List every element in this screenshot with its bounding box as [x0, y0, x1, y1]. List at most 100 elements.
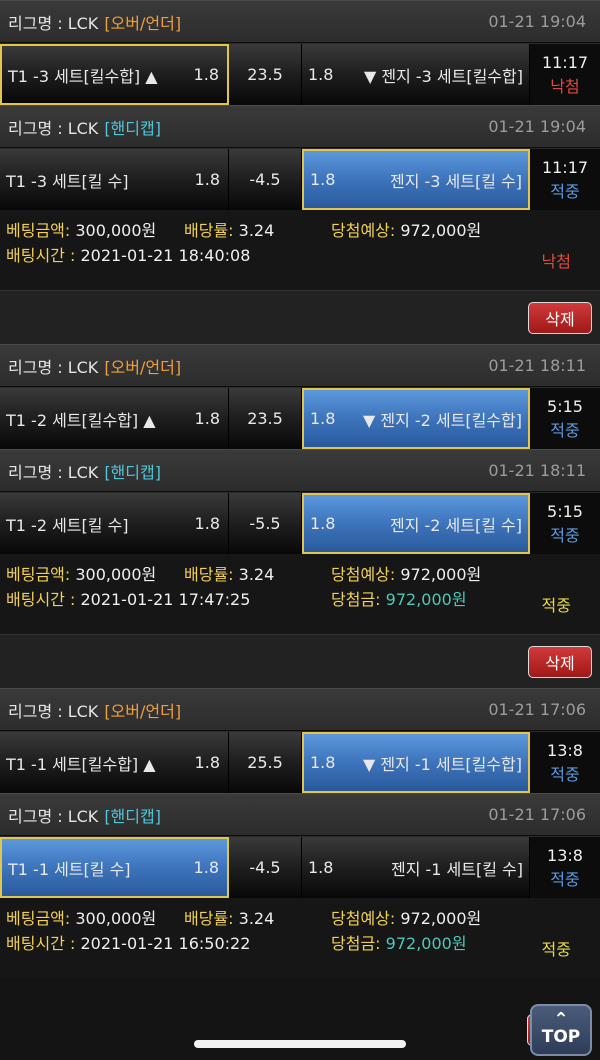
delete-button[interactable]: 삭제 [528, 645, 592, 678]
home-option[interactable]: T1 -3 세트[킬 수] 1.8 [0, 149, 229, 210]
league-header: 리그명 : LCK [핸디캡] 01-21 19:04 [0, 105, 600, 148]
home-option[interactable]: T1 -2 세트[킬수합] ▲ 1.8 [0, 388, 229, 449]
match-status: 13:8 적중 [530, 732, 600, 793]
away-team-label: ▼ 젠지 -3 세트[킬수합] [363, 66, 523, 86]
home-team-label: T1 -2 세트[킬수합] ▲ [6, 410, 156, 430]
home-option[interactable]: T1 -1 세트[킬 수] 1.8 [0, 837, 229, 898]
bet-type-tag: [핸디캡] [104, 118, 161, 138]
match-datetime: 01-21 19:04 [488, 117, 586, 136]
bet-amount: 300,000원 [75, 220, 157, 240]
away-option[interactable]: 1.8 ▼ 젠지 -1 세트[킬수합] [302, 732, 530, 793]
bet-result: 낙첨 [541, 252, 571, 271]
bet-time-label: 배팅시간 : [6, 933, 76, 953]
home-team-label: T1 -1 세트[킬 수] [8, 859, 131, 879]
bet-summary: 베팅금액: 300,000원 배당률: 3.24 당첨예상: 972,000원 배팅시… [0, 898, 600, 978]
amount-label: 베팅금액: [6, 220, 71, 240]
league-info: 리그명 : LCK [핸디캡] [8, 115, 161, 139]
win-amount-label: 당첨금: [331, 933, 381, 953]
expected-label: 당첨예상: [331, 220, 396, 240]
away-team-label: 젠지 -3 세트[킬 수] [389, 171, 522, 191]
bet-type-tag: [핸디캡] [104, 806, 161, 826]
league-header: 리그명 : LCK [핸디캡] 01-21 18:11 [0, 449, 600, 492]
scroll-top-button[interactable]: ⌃ TOP [530, 1004, 592, 1056]
delete-bar: 삭제 [0, 290, 600, 344]
home-team-label: T1 -1 세트[킬수합] ▲ [6, 754, 156, 774]
match-time: 5:15 [547, 396, 583, 416]
match-status: 5:15 적중 [530, 388, 600, 449]
amount-label: 베팅금액: [6, 564, 71, 584]
delete-button[interactable]: 삭제 [528, 301, 592, 334]
league-info: 리그명 : LCK [핸디캡] [8, 803, 161, 827]
line-value-text: 23.5 [247, 409, 283, 428]
line-value: 23.5 [229, 388, 302, 449]
bet-type-tag: [오버/언더] [104, 701, 182, 721]
away-odds: 1.8 [310, 170, 336, 189]
away-team-label: 젠지 -2 세트[킬 수] [389, 515, 522, 535]
bet-type-tag: [오버/언더] [104, 357, 182, 377]
expected-label: 당첨예상: [331, 908, 396, 928]
match-status: 5:15 적중 [530, 493, 600, 554]
bet-time: 2021-01-21 16:50:22 [80, 933, 251, 953]
league-name: 리그명 : LCK [8, 357, 99, 377]
line-value: -4.5 [229, 837, 302, 898]
league-info: 리그명 : LCK [오버/언더] [8, 698, 181, 722]
bet-amount: 300,000원 [75, 564, 157, 584]
bet-time: 2021-01-21 18:40:08 [80, 245, 251, 265]
home-option[interactable]: T1 -3 세트[킬수합] ▲ 1.8 [0, 44, 229, 105]
match-time: 13:8 [547, 740, 583, 760]
away-team-label: 젠지 -1 세트[킬 수] [390, 859, 523, 879]
away-option[interactable]: 1.8 ▼ 젠지 -3 세트[킬수합] [302, 44, 530, 105]
odds-rate: 3.24 [238, 564, 275, 584]
bet-summary: 베팅금액: 300,000원 배당률: 3.24 당첨예상: 972,000원 배팅시… [0, 554, 600, 634]
home-odds: 1.8 [194, 409, 220, 428]
line-value: -4.5 [229, 149, 302, 210]
result-badge: 적중 [550, 525, 580, 545]
home-option[interactable]: T1 -2 세트[킬 수] 1.8 [0, 493, 229, 554]
bet-summary: 베팅금액: 300,000원 배당률: 3.24 당첨예상: 972,000원 배팅시… [0, 210, 600, 290]
expected-win: 972,000원 [400, 908, 482, 928]
league-header: 리그명 : LCK [핸디캡] 01-21 17:06 [0, 793, 600, 836]
away-odds: 1.8 [310, 753, 336, 772]
league-name: 리그명 : LCK [8, 701, 99, 721]
away-team-label: ▼ 젠지 -2 세트[킬수합] [362, 410, 522, 430]
bet-history-list: 리그명 : LCK [오버/언더] 01-21 19:04 T1 -3 세트[킬수합]… [0, 0, 600, 978]
expected-win: 972,000원 [400, 564, 482, 584]
league-header: 리그명 : LCK [오버/언더] 01-21 18:11 [0, 344, 600, 387]
home-team-label: T1 -2 세트[킬 수] [6, 515, 129, 535]
match-datetime: 01-21 19:04 [488, 12, 586, 31]
match-time: 11:17 [541, 52, 589, 72]
rate-label: 배당률: [184, 908, 234, 928]
home-team-label: T1 -3 세트[킬 수] [6, 171, 129, 191]
line-value-text: -5.5 [249, 514, 281, 533]
home-odds: 1.8 [193, 65, 219, 84]
home-indicator [194, 1040, 406, 1048]
away-option[interactable]: 1.8 젠지 -1 세트[킬 수] [302, 837, 530, 898]
home-option[interactable]: T1 -1 세트[킬수합] ▲ 1.8 [0, 732, 229, 793]
bet-type-tag: [핸디캡] [104, 462, 161, 482]
match-status: 11:17 낙첨 [530, 44, 600, 105]
match-time: 11:17 [541, 157, 589, 177]
odds-rate: 3.24 [238, 220, 275, 240]
win-amount: 972,000원 [385, 589, 467, 609]
line-value: -5.5 [229, 493, 302, 554]
match-time: 13:8 [547, 845, 583, 865]
match-datetime: 01-21 17:06 [488, 700, 586, 719]
line-value-text: -4.5 [249, 858, 281, 877]
win-amount: 972,000원 [385, 933, 467, 953]
away-option[interactable]: 1.8 ▼ 젠지 -2 세트[킬수합] [302, 388, 530, 449]
win-amount-label: 당첨금: [331, 589, 381, 609]
match-time: 5:15 [547, 501, 583, 521]
league-info: 리그명 : LCK [핸디캡] [8, 459, 161, 483]
bet-time-label: 배팅시간 : [6, 245, 76, 265]
away-option[interactable]: 1.8 젠지 -3 세트[킬 수] [302, 149, 530, 210]
bet-row: T1 -1 세트[킬 수] 1.8 -4.5 1.8 젠지 -1 세트[킬 수] 13:8… [0, 836, 600, 898]
result-badge: 낙첨 [550, 76, 580, 96]
bet-time-label: 배팅시간 : [6, 589, 76, 609]
league-info: 리그명 : LCK [오버/언더] [8, 10, 181, 34]
match-datetime: 01-21 17:06 [488, 805, 586, 824]
away-option[interactable]: 1.8 젠지 -2 세트[킬 수] [302, 493, 530, 554]
bet-row: T1 -2 세트[킬 수] 1.8 -5.5 1.8 젠지 -2 세트[킬 수] 5:15… [0, 492, 600, 554]
bet-row: T1 -3 세트[킬수합] ▲ 1.8 23.5 1.8 ▼ 젠지 -3 세트[킬수합]… [0, 43, 600, 105]
match-datetime: 01-21 18:11 [488, 356, 586, 375]
result-badge: 적중 [550, 869, 580, 889]
